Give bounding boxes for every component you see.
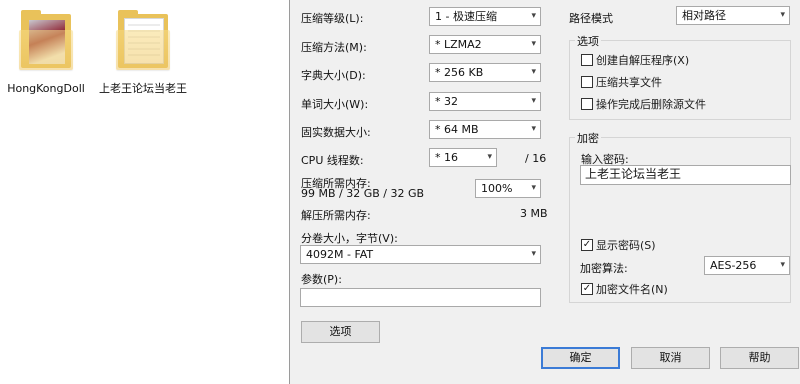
memory-usage-select[interactable]: 100% ▾ [475, 179, 541, 198]
word-size-label: 单词大小(W): [301, 98, 369, 111]
encryption-method-label: 加密算法: [580, 262, 628, 275]
compression-level-label: 压缩等级(L): [301, 12, 364, 25]
archive-dialog: 压缩等级(L): 1 - 极速压缩 ▾ 压缩方法(M): * LZMA2 ▾ 字… [289, 0, 800, 384]
dictionary-size-value: * 256 KB [435, 66, 484, 79]
encryption-method-select[interactable]: AES-256 ▾ [704, 256, 790, 275]
ok-button[interactable]: 确定 [541, 347, 620, 369]
delete-source-label: 操作完成后删除源文件 [596, 98, 706, 111]
options-group-title: 选项 [575, 33, 601, 49]
help-button[interactable]: 帮助 [720, 347, 799, 369]
chevron-down-icon: ▾ [531, 183, 536, 193]
solid-block-size-label: 固实数据大小: [301, 126, 371, 139]
chevron-down-icon: ▾ [531, 39, 536, 49]
path-mode-select[interactable]: 相对路径 ▾ [676, 6, 790, 25]
split-volume-label: 分卷大小，字节(V): [301, 232, 398, 245]
create-sfx-checkbox[interactable]: 创建自解压程序(X) [581, 52, 689, 68]
cancel-button[interactable]: 取消 [631, 347, 710, 369]
dictionary-size-label: 字典大小(D): [301, 69, 366, 82]
folder-icon [114, 8, 172, 70]
parameters-input[interactable] [300, 288, 541, 307]
options-button[interactable]: 选项 [301, 321, 380, 343]
desktop-icon-label: HongKongDoll [7, 82, 85, 95]
chevron-down-icon: ▾ [780, 10, 785, 20]
checkbox-box [581, 54, 593, 66]
show-password-checkbox[interactable]: ✓ 显示密码(S) [581, 237, 656, 253]
delete-source-checkbox[interactable]: 操作完成后删除源文件 [581, 96, 706, 112]
encryption-method-value: AES-256 [710, 259, 757, 272]
checkbox-box [581, 98, 593, 110]
cpu-threads-label: CPU 线程数: [301, 154, 364, 167]
check-icon: ✓ [581, 283, 593, 295]
folder-icon [17, 8, 75, 70]
chevron-down-icon: ▾ [487, 152, 492, 162]
cpu-threads-value: * 16 [435, 151, 458, 164]
create-sfx-label: 创建自解压程序(X) [596, 54, 690, 67]
encrypt-filenames-label: 加密文件名(N) [596, 283, 668, 296]
compress-shared-checkbox[interactable]: 压缩共享文件 [581, 74, 662, 90]
cpu-threads-total: / 16 [525, 152, 547, 165]
encryption-group-title: 加密 [575, 130, 601, 146]
chevron-down-icon: ▾ [531, 249, 536, 259]
compression-method-value: * LZMA2 [435, 38, 482, 51]
checkbox-box [581, 76, 593, 88]
desktop-icon-hongkongdoll[interactable]: HongKongDoll [0, 8, 92, 96]
desktop-icon-laowang[interactable]: 上老王论坛当老王 [97, 8, 189, 96]
compression-method-label: 压缩方法(M): [301, 41, 367, 54]
chevron-down-icon: ▾ [531, 11, 536, 21]
decompression-memory-value: 3 MB [520, 207, 548, 220]
path-mode-label: 路径模式 [569, 12, 613, 25]
cpu-threads-select[interactable]: * 16 ▾ [429, 148, 497, 167]
check-icon: ✓ [581, 239, 593, 251]
compress-shared-label: 压缩共享文件 [596, 76, 662, 89]
solid-block-size-select[interactable]: * 64 MB ▾ [429, 120, 541, 139]
word-size-select[interactable]: * 32 ▾ [429, 92, 541, 111]
path-mode-value: 相对路径 [682, 9, 726, 22]
word-size-value: * 32 [435, 95, 458, 108]
password-input[interactable]: 上老王论坛当老王 [580, 165, 791, 185]
compression-memory-detail: 99 MB / 32 GB / 32 GB [301, 187, 425, 200]
split-volume-select[interactable]: 4092M - FAT ▾ [300, 245, 541, 264]
parameters-label: 参数(P): [301, 273, 342, 286]
memory-usage-value: 100% [481, 182, 513, 195]
show-password-label: 显示密码(S) [596, 239, 656, 252]
compression-level-value: 1 - 极速压缩 [435, 10, 497, 23]
chevron-down-icon: ▾ [531, 124, 536, 134]
solid-block-size-value: * 64 MB [435, 123, 479, 136]
chevron-down-icon: ▾ [531, 96, 536, 106]
encrypt-filenames-checkbox[interactable]: ✓ 加密文件名(N) [581, 281, 668, 297]
chevron-down-icon: ▾ [780, 260, 785, 270]
chevron-down-icon: ▾ [531, 67, 536, 77]
desktop-icon-label: 上老王论坛当老王 [99, 82, 187, 95]
decompression-memory-label: 解压所需内存: [301, 209, 371, 222]
compression-method-select[interactable]: * LZMA2 ▾ [429, 35, 541, 54]
split-volume-value: 4092M - FAT [306, 248, 374, 261]
compression-level-select[interactable]: 1 - 极速压缩 ▾ [429, 7, 541, 26]
dictionary-size-select[interactable]: * 256 KB ▾ [429, 63, 541, 82]
